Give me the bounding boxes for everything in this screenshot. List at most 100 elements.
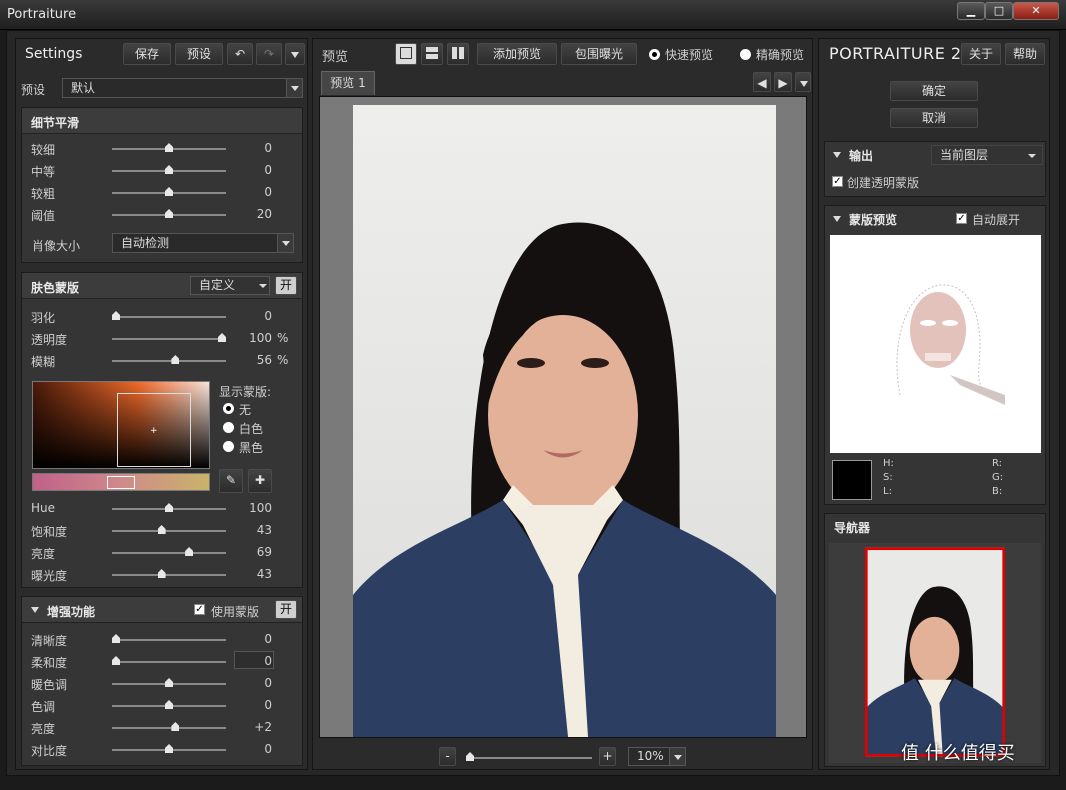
enhance-slider-track[interactable] [112, 661, 226, 663]
enhance-slider-thumb[interactable] [165, 678, 173, 687]
accurate-preview-radio[interactable] [740, 49, 751, 60]
skin-mask-title: 肤色蒙版 [31, 281, 80, 295]
split-vertical-button[interactable] [447, 43, 469, 65]
close-button[interactable]: ✕ [1013, 2, 1059, 20]
collapse-icon[interactable] [833, 216, 841, 222]
skin-hsl-slider-thumb[interactable] [157, 525, 166, 534]
portrait-size-label: 肖像大小 [32, 239, 81, 253]
use-mask-checkbox[interactable]: ✓ [194, 604, 205, 615]
about-button[interactable]: 关于 [961, 43, 1001, 65]
eyedropper-plus-button[interactable]: ✚ [248, 469, 272, 493]
skin-hsl-slider-track[interactable] [112, 574, 226, 576]
detail-slider-thumb[interactable] [165, 187, 173, 196]
portrait-size-dropdown[interactable]: 自动检测 [112, 233, 294, 253]
watermark: 值 什么值得买 [901, 743, 1015, 764]
zoom-out-button[interactable]: - [439, 747, 456, 766]
hue-range-marker[interactable] [107, 476, 135, 489]
enhance-slider-thumb[interactable] [171, 722, 180, 731]
light-readout: L: [883, 486, 892, 497]
preview-canvas[interactable] [319, 96, 807, 738]
enhance-slider-thumb[interactable] [165, 700, 173, 709]
chevron-down-icon [291, 52, 299, 58]
bracket-exposure-button[interactable]: 包围曝光 [561, 43, 637, 65]
ok-button[interactable]: 确定 [890, 81, 978, 101]
cancel-button[interactable]: 取消 [890, 108, 978, 128]
detail-label: 较粗 [31, 187, 56, 201]
skin-hsl-slider-thumb[interactable] [185, 547, 194, 556]
detail-label: 中等 [31, 165, 56, 179]
skin-mode-dropdown[interactable]: 自定义 [190, 276, 270, 295]
detail-slider-thumb[interactable] [165, 209, 173, 218]
skin-slider-track[interactable] [112, 338, 226, 340]
preset-button[interactable]: 预设 [175, 43, 223, 65]
skin-hsl-slider-track[interactable] [112, 552, 226, 554]
show-mask-radio[interactable] [223, 403, 234, 414]
enhance-slider-thumb[interactable] [165, 744, 173, 753]
collapse-icon[interactable] [31, 607, 39, 613]
eyedropper-button[interactable]: ✎ [219, 469, 243, 493]
maximize-button[interactable]: □ [985, 2, 1013, 20]
enhance-slider-thumb[interactable] [112, 634, 120, 643]
enhance-label: 亮度 [31, 722, 56, 736]
tab-menu-button[interactable] [795, 72, 811, 92]
enhance-slider-track[interactable] [112, 639, 226, 641]
mask-preview-section: 蒙版预览 ✓ 自动展开 H: S: L: R: G: B: [824, 205, 1046, 505]
create-mask-label: 创建透明蒙版 [847, 176, 920, 190]
create-mask-checkbox[interactable]: ✓ [832, 176, 843, 187]
settings-menu-button[interactable] [285, 43, 305, 65]
detail-slider-thumb[interactable] [165, 143, 173, 152]
tab-next-button[interactable]: ▶ [774, 72, 792, 92]
single-view-button[interactable] [395, 43, 417, 65]
hue-strip[interactable] [32, 473, 210, 491]
navigator-canvas[interactable]: 值 什么值得买 [829, 543, 1041, 764]
add-preview-button[interactable]: 添加预览 [477, 43, 557, 65]
eyedropper-plus-icon: ✚ [254, 473, 266, 487]
skin-label: 模糊 [31, 355, 56, 369]
save-button[interactable]: 保存 [123, 43, 171, 65]
collapse-icon[interactable] [833, 152, 841, 158]
output-section: 输出 当前图层 ✓ 创建透明蒙版 [824, 141, 1046, 197]
output-title: 输出 [849, 149, 874, 163]
skin-hsl-slider-track[interactable] [112, 530, 226, 532]
tab-prev-button[interactable]: ◀ [753, 72, 771, 92]
tab-preview-1[interactable]: 预览 1 [321, 71, 375, 95]
help-button[interactable]: 帮助 [1005, 43, 1045, 65]
skin-color-field[interactable]: + [32, 381, 210, 469]
navigator-section: 导航器 值 什么值得买 [824, 513, 1046, 767]
enhance-slider-thumb[interactable] [112, 656, 120, 665]
minimize-button[interactable]: ▁ [957, 2, 985, 20]
skin-slider-track[interactable] [112, 360, 226, 362]
skin-hsl-slider-thumb[interactable] [157, 569, 166, 578]
split-horizontal-button[interactable] [421, 43, 443, 65]
show-mask-radio[interactable] [223, 422, 234, 433]
undo-icon: ↶ [234, 47, 246, 61]
output-dropdown[interactable]: 当前图层 [931, 145, 1043, 165]
show-mask-radio[interactable] [223, 441, 234, 452]
skin-slider-thumb[interactable] [171, 355, 180, 364]
skin-slider-thumb[interactable] [218, 333, 226, 342]
skin-unit: % [277, 353, 289, 367]
enhance-slider-track[interactable] [112, 727, 226, 729]
skin-hsl-slider-thumb[interactable] [165, 503, 173, 512]
zoom-dropdown[interactable]: 10% [628, 747, 686, 766]
show-mask-label: 显示蒙版: [219, 385, 272, 399]
undo-button[interactable]: ↶ [227, 43, 253, 65]
skin-mask-section: 肤色蒙版 自定义 开 羽化 0 透明度 100% 模糊 56% + 显示蒙版: 无白色 黑色… [21, 272, 303, 588]
skin-slider-track[interactable] [112, 316, 226, 318]
redo-button[interactable]: ↷ [256, 43, 282, 65]
navigator-title: 导航器 [834, 521, 871, 535]
skin-mask-toggle[interactable]: 开 [275, 276, 297, 295]
enhance-toggle[interactable]: 开 [275, 600, 297, 619]
zoom-in-button[interactable]: + [599, 747, 616, 766]
zoom-slider-track[interactable] [466, 757, 592, 759]
blue-readout: B: [992, 486, 1003, 497]
skin-slider-thumb[interactable] [112, 311, 120, 320]
fast-preview-radio[interactable] [649, 49, 660, 60]
show-mask-option-label: 白色 [239, 422, 264, 436]
preset-label: 预设 [21, 83, 46, 97]
detail-slider-thumb[interactable] [165, 165, 173, 174]
auto-expand-checkbox[interactable]: ✓ [956, 213, 967, 224]
show-mask-option-label: 无 [239, 403, 252, 417]
preset-dropdown[interactable]: 默认 [62, 78, 303, 98]
zoom-slider-thumb[interactable] [466, 752, 474, 761]
